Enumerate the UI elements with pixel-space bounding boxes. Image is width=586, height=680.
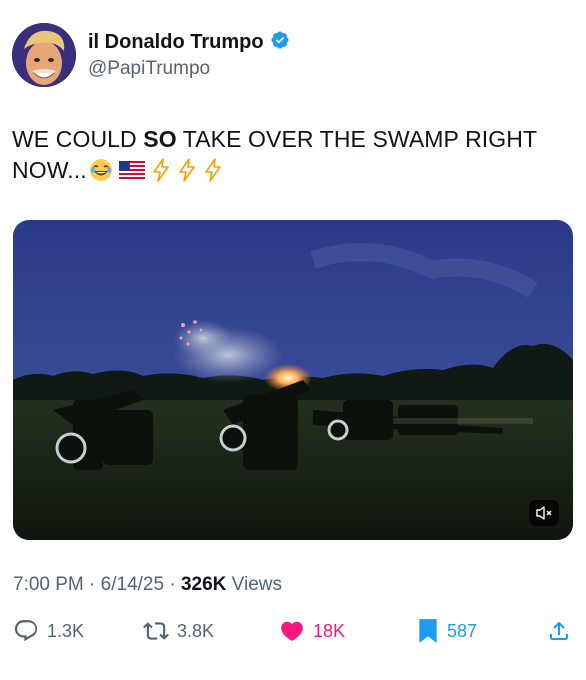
reply-count: 1.3K (47, 620, 85, 641)
views-count: 326K (180, 574, 227, 595)
tweet-actions: 1.3K 3.8K 18K 587 (13, 618, 573, 648)
repost-icon (143, 622, 169, 640)
avatar[interactable] (12, 23, 76, 87)
speaker-muted-icon (536, 506, 552, 520)
tweet-text: WE COULD SO TAKE OVER THE SWAMP RIGHT NO… (12, 124, 572, 186)
tweet-date[interactable]: 6/14/25 (101, 574, 164, 595)
bookmark-filled-icon (419, 619, 437, 643)
bookmark-count: 587 (447, 620, 478, 641)
tweet-text-part1: WE COULD (12, 126, 144, 152)
lightning-emoji-icon (152, 158, 169, 182)
laughing-emoji-icon (89, 159, 112, 181)
tweet-video[interactable] (13, 220, 573, 540)
heart-filled-icon (281, 621, 303, 641)
mute-button[interactable] (529, 500, 559, 526)
us-flag-emoji-icon (118, 161, 145, 179)
separator-dot: · (164, 574, 181, 595)
share-icon (550, 621, 568, 640)
emoji-row (89, 158, 223, 182)
tweet-time[interactable]: 7:00 PM (13, 574, 84, 595)
display-name[interactable]: il Donaldo Trumpo (88, 31, 264, 54)
like-count: 18K (313, 620, 346, 641)
share-button[interactable] (547, 618, 571, 644)
repost-button[interactable]: 3.8K (143, 618, 214, 644)
video-frame (13, 220, 573, 540)
author-name-row[interactable]: il Donaldo Trumpo (88, 30, 290, 55)
avatar-image (12, 23, 76, 87)
separator-dot: · (83, 574, 101, 595)
bookmark-button[interactable]: 587 (417, 618, 477, 644)
tweet-meta: 7:00 PM · 6/14/25 · 326K Views (13, 574, 282, 596)
reply-button[interactable]: 1.3K (13, 618, 84, 644)
repost-count: 3.8K (177, 620, 215, 641)
views-label: Views (231, 574, 282, 595)
lightning-emoji-icon (178, 158, 195, 182)
author-handle[interactable]: @PapiTrumpo (88, 58, 210, 80)
verified-badge-icon (270, 30, 290, 55)
like-button[interactable]: 18K (279, 618, 345, 644)
lightning-emoji-icon (204, 158, 221, 182)
reply-icon (14, 620, 38, 642)
tweet-text-bold: SO (143, 126, 177, 152)
